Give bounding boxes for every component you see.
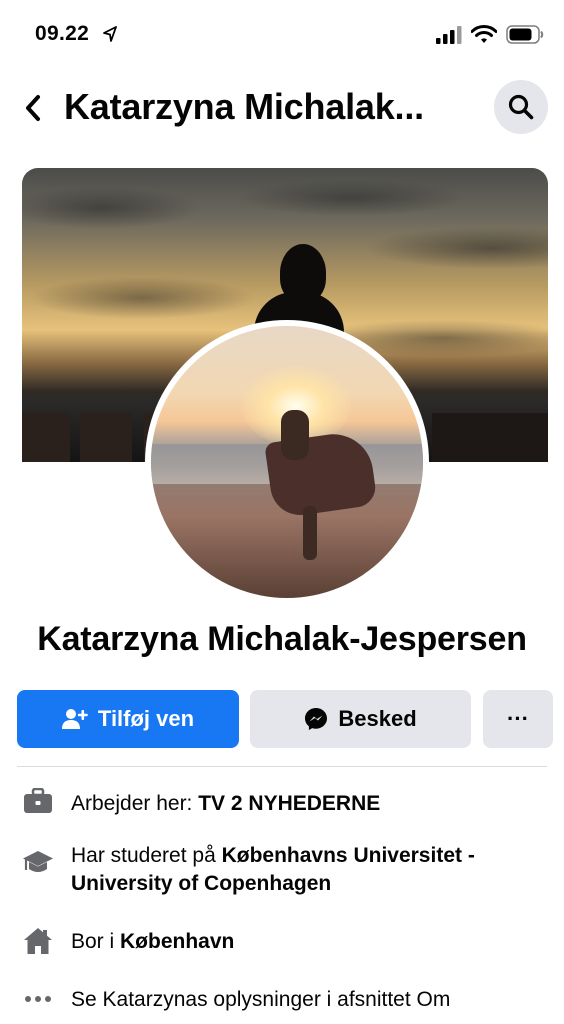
signal-icon [436,25,462,44]
detail-education-prefix: Har studeret på [71,844,222,867]
messenger-icon [305,708,328,730]
status-time: 09.22 [35,22,90,45]
detail-home-value[interactable]: København [120,930,234,953]
status-bar: 09.22 [0,0,564,64]
location-arrow-icon [103,26,117,42]
message-button[interactable]: Besked [250,690,471,748]
cover-silhouette-head [280,244,326,302]
divider [17,766,547,767]
detail-home-text: Bor i København [71,928,551,956]
profile-avatar[interactable] [145,320,429,604]
add-friend-button[interactable]: Tilføj ven [17,690,239,748]
wifi-icon [471,25,497,43]
detail-work-prefix: Arbejder her: [71,792,199,815]
chevron-left-icon [26,95,40,121]
avatar-figure-body [281,410,309,460]
graduation-cap-icon [22,848,54,878]
message-label: Besked [338,706,417,731]
detail-home-prefix: Bor i [71,930,121,953]
cover-pier [80,413,132,462]
detail-education-text: Har studeret på Københavns Universitet -… [71,842,551,898]
status-icons [436,25,544,44]
detail-about-text: Se Katarzynas oplysninger i afsnittet Om [71,988,451,1011]
cover-pier [22,413,70,462]
more-options-button[interactable]: ··· [483,690,553,748]
profile-actions: Tilføj ven Besked ··· [17,690,553,748]
search-icon [508,94,534,120]
detail-home[interactable]: Bor i København [0,924,564,964]
avatar-photo [151,326,423,598]
avatar-figure-legs [303,506,317,560]
add-friend-icon [61,709,88,729]
detail-about[interactable]: Se Katarzynas oplysninger i afsnittet Om [0,982,564,1022]
search-button[interactable] [494,80,548,134]
back-button[interactable] [18,88,48,128]
detail-work-text: Arbejder her: TV 2 NYHEDERNE [71,790,551,818]
page-title: Katarzyna Michalak... [64,86,424,127]
profile-name: Katarzyna Michalak-Jespersen [37,620,527,658]
battery-icon [506,25,544,44]
add-friend-label: Tilføj ven [97,706,195,731]
detail-work-value[interactable]: TV 2 NYHEDERNE [198,792,380,815]
nav-header: Katarzyna Michalak... [0,72,564,144]
briefcase-icon [22,786,54,816]
more-dots-icon [22,984,54,1014]
detail-work[interactable]: Arbejder her: TV 2 NYHEDERNE [0,784,564,824]
home-icon [22,926,54,956]
detail-education[interactable]: Har studeret på Københavns Universitet -… [0,842,564,906]
more-options-label: ··· [507,706,529,731]
cover-pier [432,413,548,462]
